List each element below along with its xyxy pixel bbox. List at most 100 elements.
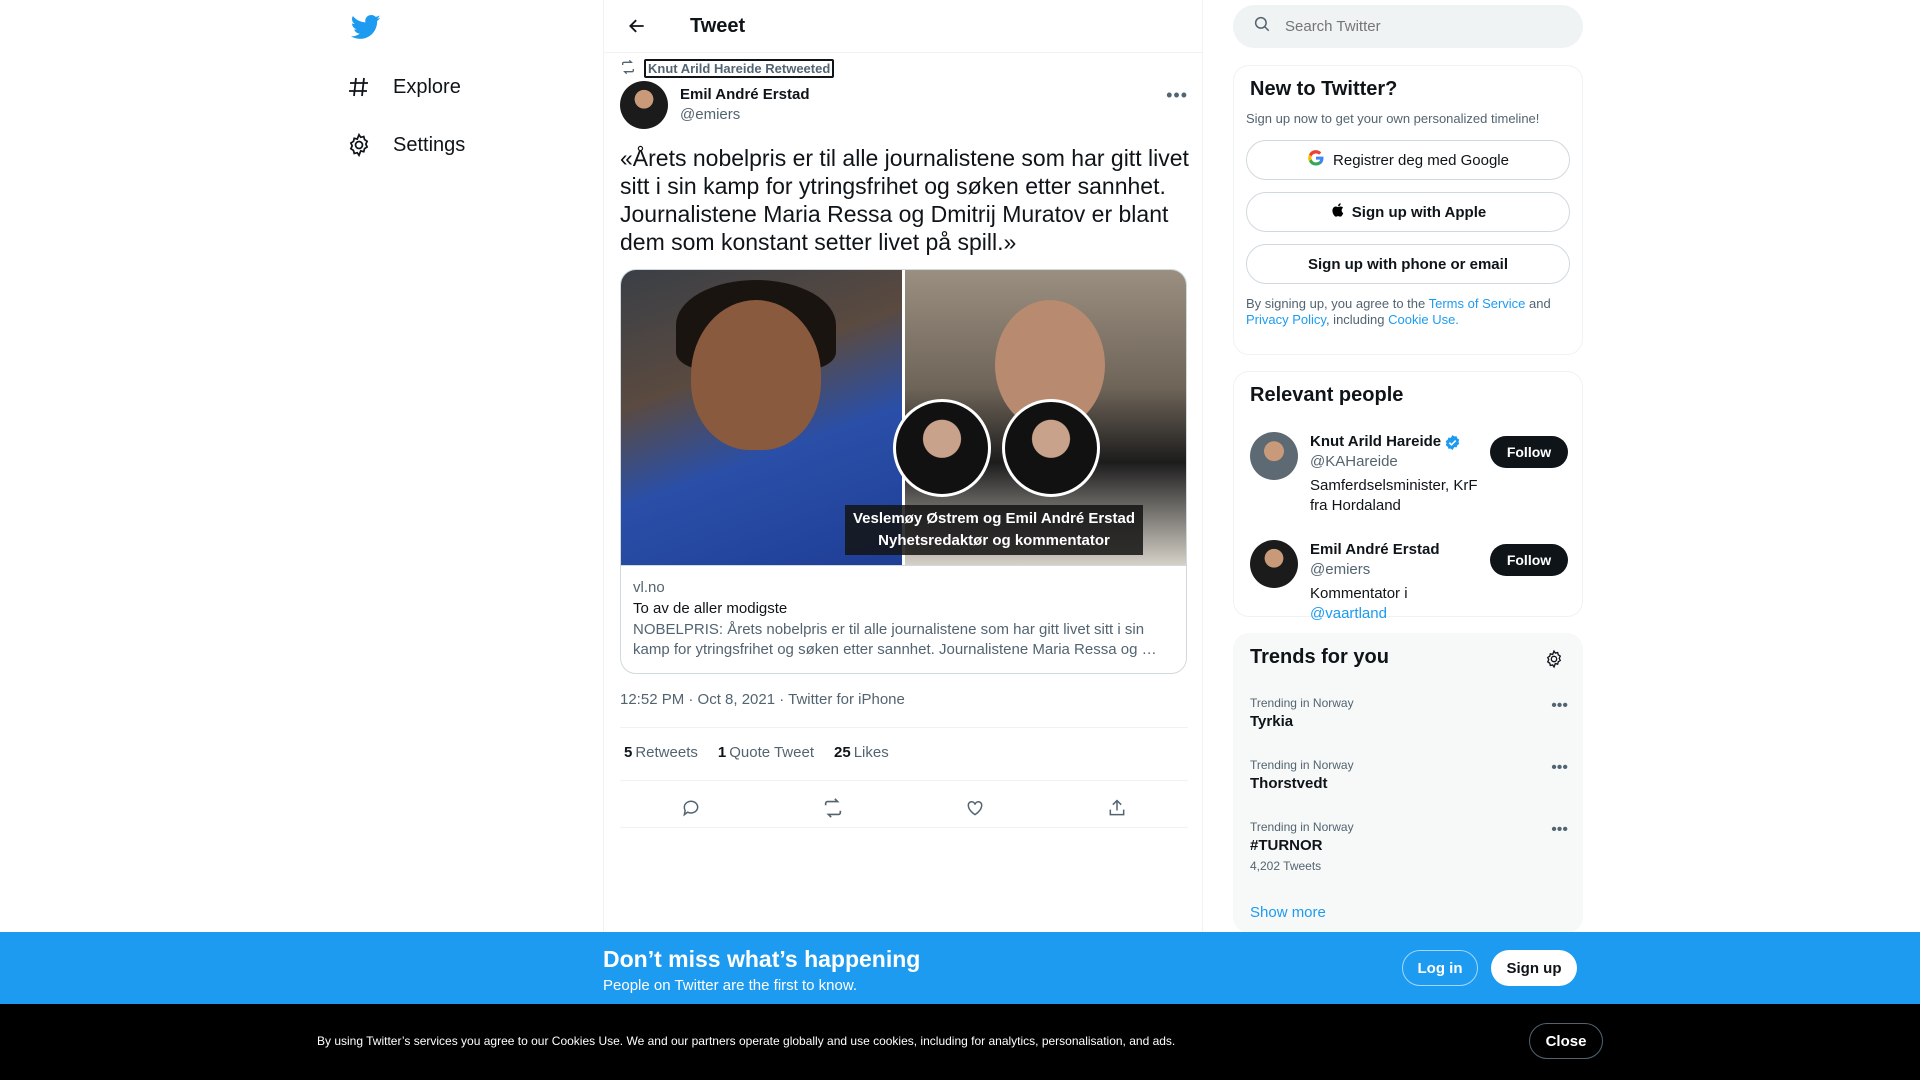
image-caption: Veslemøy Østrem og Emil André Erstad Nyh… xyxy=(845,505,1143,555)
phone-signup-button[interactable]: Sign up with phone or email xyxy=(1246,244,1570,284)
person-info: Knut Arild Hareide @KAHareide Samferdsel… xyxy=(1310,432,1480,516)
trends-title: Trends for you xyxy=(1250,646,1389,668)
trend-context: Trending in Norway xyxy=(1250,758,1354,772)
avatar[interactable] xyxy=(1250,540,1298,588)
banner-subtitle: People on Twitter are the first to know. xyxy=(603,977,858,994)
main-header: Tweet xyxy=(604,0,1202,53)
tweet-text: «Årets nobelpris er til alle journaliste… xyxy=(620,145,1189,255)
tweet-meta: 12:52 PM · Oct 8, 2021 · Twitter for iPh… xyxy=(620,691,905,708)
search-input[interactable] xyxy=(1285,18,1545,35)
signup-banner: Don’t miss what’s happening People on Tw… xyxy=(0,932,1920,1004)
more-options-icon[interactable]: ••• xyxy=(1551,697,1568,715)
gear-icon xyxy=(345,131,373,159)
follow-button[interactable]: Follow xyxy=(1490,436,1568,468)
trend-name: Tyrkia xyxy=(1250,713,1294,730)
relevant-people-panel: Relevant people Knut Arild Hareide @KAHa… xyxy=(1233,371,1583,622)
person-card[interactable]: Emil André Erstad @emiers Kommentator i … xyxy=(1250,540,1568,624)
person-bio: Kommentator i @vaartland xyxy=(1310,585,1408,622)
tweet-author: Emil André Erstad @emiers ••• xyxy=(620,81,1188,129)
person-handle: @emiers xyxy=(1310,561,1371,578)
nav-item-label: Settings xyxy=(393,133,466,156)
divider xyxy=(620,827,1188,828)
search-box[interactable] xyxy=(1233,5,1583,48)
search-icon xyxy=(1253,15,1271,38)
cookie-bar: By using Twitter’s services you agree to… xyxy=(0,1004,1920,1080)
likes-stat[interactable]: 25 Likes xyxy=(834,744,889,761)
hashtag-icon xyxy=(345,73,373,101)
terms-link[interactable]: Terms of Service xyxy=(1429,296,1526,311)
apple-signup-button[interactable]: Sign up with Apple xyxy=(1246,192,1570,232)
tweet-stats: 5 Retweets 1 Quote Tweet 25 Likes xyxy=(624,744,909,761)
close-button[interactable]: Close xyxy=(1529,1023,1603,1059)
trends-settings-icon[interactable] xyxy=(1544,649,1564,674)
apple-signup-label: Sign up with Apple xyxy=(1351,203,1487,221)
like-icon[interactable] xyxy=(957,790,993,826)
trends-panel: Trends for you Trending in Norway Tyrkia… xyxy=(1233,633,1583,933)
vaartland-link[interactable]: @vaartland xyxy=(1310,605,1387,622)
avatar[interactable] xyxy=(620,81,668,129)
nav-item-settings[interactable]: Settings xyxy=(345,120,465,170)
tweet-actions xyxy=(620,790,1188,826)
google-signup-label: Registrer deg med Google xyxy=(1333,151,1509,169)
person-name[interactable]: Knut Arild Hareide xyxy=(1310,432,1441,452)
author-portrait-1 xyxy=(893,399,991,497)
follow-button[interactable]: Follow xyxy=(1490,544,1568,576)
quotes-stat[interactable]: 1 Quote Tweet xyxy=(718,744,814,761)
trend-context: Trending in Norway xyxy=(1250,696,1354,710)
google-signup-button[interactable]: Registrer deg med Google xyxy=(1246,140,1570,180)
image-caption-line1: Veslemøy Østrem og Emil André Erstad xyxy=(852,510,1136,527)
page-title: Tweet xyxy=(690,14,746,37)
person-info: Emil André Erstad @emiers Kommentator i … xyxy=(1310,540,1480,624)
privacy-link[interactable]: Privacy Policy xyxy=(1246,312,1326,327)
phone-signup-label: Sign up with phone or email xyxy=(1307,255,1508,273)
author-portrait-2 xyxy=(1002,399,1100,497)
card-image: Veslemøy Østrem og Emil André Erstad Nyh… xyxy=(621,270,1186,566)
author-names: Emil André Erstad @emiers xyxy=(680,85,809,125)
more-options-icon[interactable]: ••• xyxy=(1551,759,1568,777)
divider xyxy=(620,780,1188,781)
card-body: vl.no To av de aller modigste NOBELPRIS:… xyxy=(621,566,1186,672)
share-icon[interactable] xyxy=(1099,790,1135,826)
avatar[interactable] xyxy=(1250,432,1298,480)
signup-title: New to Twitter? xyxy=(1250,78,1398,100)
divider xyxy=(620,727,1188,728)
signup-button[interactable]: Sign up xyxy=(1491,950,1577,986)
card-description: NOBELPRIS: Årets nobelpris er til alle j… xyxy=(633,621,1157,658)
person-name-row: Knut Arild Hareide xyxy=(1310,432,1480,452)
show-more-link[interactable]: Show more xyxy=(1250,904,1326,921)
person-card[interactable]: Knut Arild Hareide @KAHareide Samferdsel… xyxy=(1250,432,1568,516)
retweet-icon[interactable] xyxy=(815,790,851,826)
login-button[interactable]: Log in xyxy=(1402,950,1478,986)
person-name[interactable]: Emil André Erstad xyxy=(1310,540,1480,560)
cookie-link[interactable]: Cookie Use. xyxy=(1388,312,1459,327)
page: Explore Settings Tweet Knut Arild Hareid… xyxy=(0,0,1920,1080)
retweet-context: Knut Arild Hareide Retweeted xyxy=(620,59,835,78)
trend-item[interactable]: Trending in Norway Tyrkia ••• xyxy=(1250,695,1568,733)
trend-item[interactable]: Trending in Norway #TURNOR 4,202 Tweets … xyxy=(1250,819,1568,875)
image-caption-line2: Nyhetsredaktør og kommentator xyxy=(878,532,1110,549)
more-options-icon[interactable]: ••• xyxy=(1551,821,1568,839)
link-card[interactable]: Veslemøy Østrem og Emil André Erstad Nyh… xyxy=(620,269,1187,674)
google-icon xyxy=(1307,149,1325,171)
nav-item-label: Explore xyxy=(393,75,461,98)
author-handle[interactable]: @emiers xyxy=(680,105,809,125)
reply-icon[interactable] xyxy=(673,790,709,826)
trend-name: Thorstvedt xyxy=(1250,775,1328,792)
main-column: Tweet Knut Arild Hareide Retweeted Emil … xyxy=(603,0,1203,1080)
card-title: To av de aller modigste xyxy=(633,600,788,617)
more-options-icon[interactable]: ••• xyxy=(1166,85,1188,106)
back-arrow-icon[interactable] xyxy=(620,9,654,43)
trend-name: #TURNOR xyxy=(1250,837,1323,854)
twitter-logo-icon[interactable] xyxy=(350,12,381,42)
retweets-stat[interactable]: 5 Retweets xyxy=(624,744,698,761)
author-name[interactable]: Emil André Erstad xyxy=(680,85,809,105)
card-domain: vl.no xyxy=(633,579,665,596)
retweeted-by-link[interactable]: Knut Arild Hareide Retweeted xyxy=(644,59,835,78)
cookie-text: By using Twitter’s services you agree to… xyxy=(317,1034,1176,1048)
nav-item-explore[interactable]: Explore xyxy=(345,62,461,112)
signup-terms: By signing up, you agree to the Terms of… xyxy=(1246,296,1551,327)
trend-item[interactable]: Trending in Norway Thorstvedt ••• xyxy=(1250,757,1568,795)
trend-context: Trending in Norway xyxy=(1250,820,1354,834)
retweet-icon xyxy=(620,59,636,78)
trend-count: 4,202 Tweets xyxy=(1250,859,1322,873)
